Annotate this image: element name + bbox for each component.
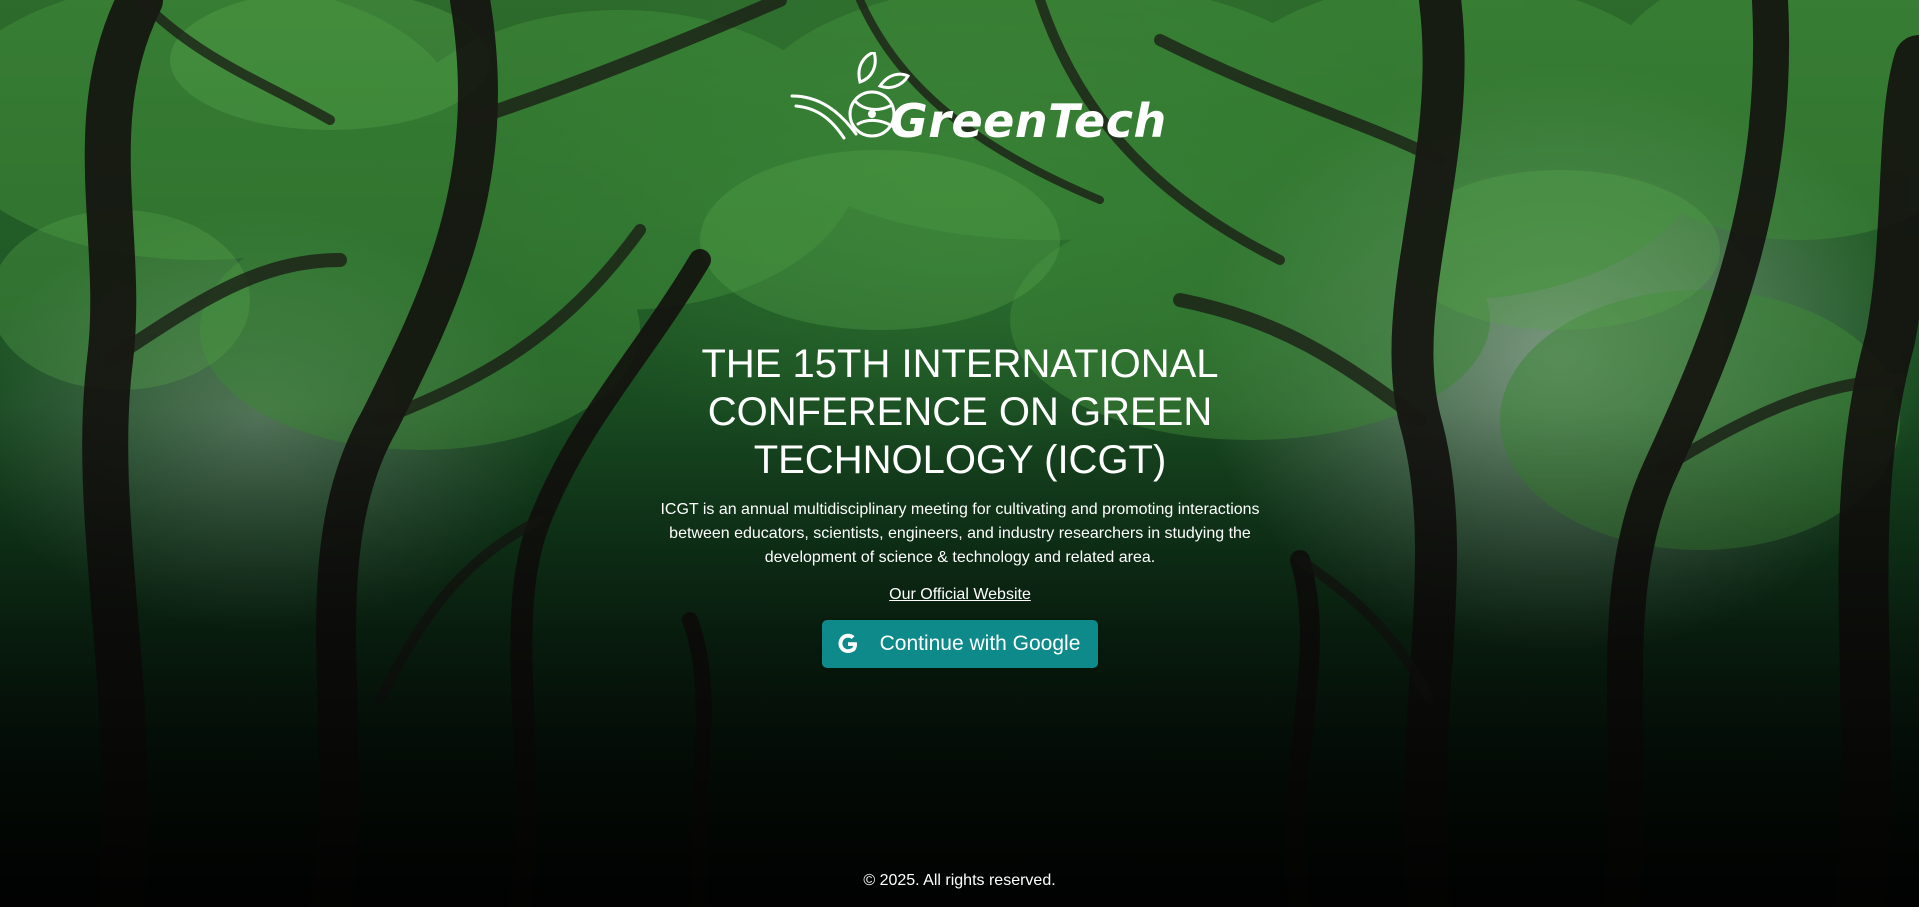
google-button-label: Continue with Google bbox=[879, 632, 1081, 655]
conference-title: THE 15TH INTERNATIONAL CONFERENCE ON GRE… bbox=[701, 342, 1219, 482]
official-website-link[interactable]: Our Official Website bbox=[889, 586, 1031, 604]
hero-content: THE 15TH INTERNATIONAL CONFERENCE ON GRE… bbox=[560, 340, 1360, 668]
logo-wordmark: GreenTech bbox=[890, 94, 1167, 148]
conference-description: ICGT is an annual multidisciplinary meet… bbox=[660, 501, 1260, 566]
continue-with-google-button[interactable]: Continue with Google bbox=[821, 620, 1099, 668]
google-g-icon bbox=[838, 633, 857, 653]
footer-copyright: © 2025. All rights reserved. bbox=[863, 872, 1056, 889]
greentech-logo: GreenTech bbox=[790, 52, 1166, 152]
